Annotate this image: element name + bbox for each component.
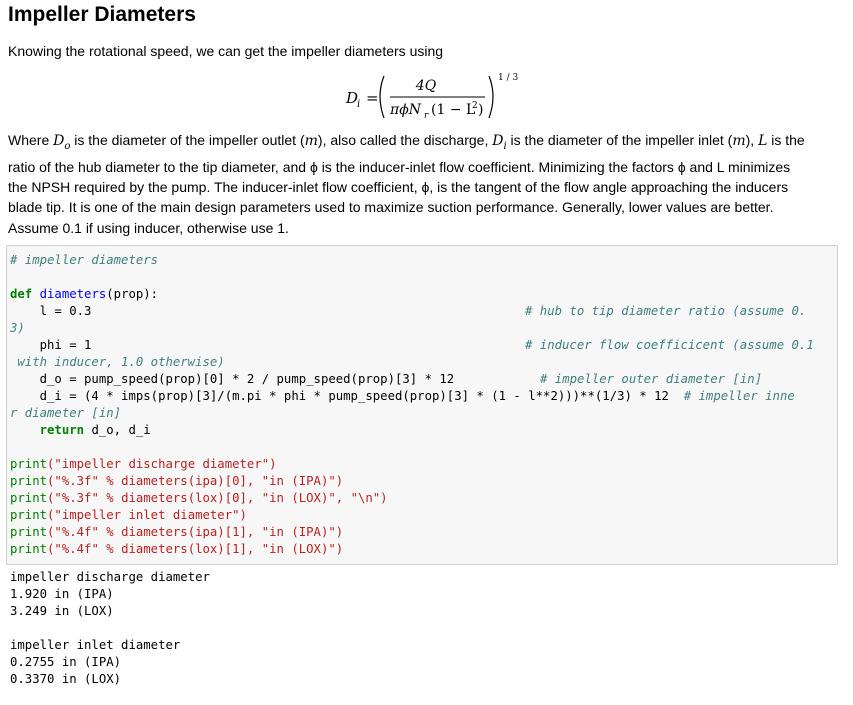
eq-denominator-sub: r [424, 111, 429, 121]
cell-output: impeller discharge diameter 1.920 in (IP… [10, 569, 210, 688]
paragraph-line-2: ratio of the hub diameter to the tip dia… [8, 159, 791, 175]
intro-text: Knowing the rotational speed, we can get… [8, 43, 444, 59]
explanation-paragraph: Where Do is the diameter of the impeller… [8, 130, 836, 238]
code-editor[interactable]: # impeller diameters def diameters(prop)… [10, 252, 814, 558]
code-line: l = 0.3 # hub to tip diameter ratio (assu… [10, 304, 807, 318]
code-line: with inducer, 1.0 otherwise) [10, 355, 225, 369]
eq-denominator: πϕN [389, 102, 422, 118]
paragraph-line-5: Assume 0.1 if using inducer, otherwise u… [8, 219, 289, 236]
eq-denominator-close: ) [478, 102, 483, 118]
output-line: 3.249 in (LOX) [10, 604, 114, 618]
eq-right-paren [488, 75, 494, 119]
code-line: r diameter [in] [10, 406, 122, 420]
code-line: print("%.3f" % diameters(ipa)[0], "in (I… [10, 474, 344, 488]
code-line [10, 439, 795, 456]
code-line: return d_o, d_i [39, 423, 151, 437]
code-line: print("%.4f" % diameters(lox)[1], "in (L… [10, 542, 344, 556]
code-line: d_o = pump_speed(prop)[0] * 2 / pump_spe… [10, 372, 763, 386]
paragraph-line-4: blade tip. It is one of the main design … [8, 199, 774, 216]
impeller-diameter-equation: D i = 4Q πϕN r (1 − L 2 ) 1 / 3 [338, 66, 538, 126]
eq-denominator-sup: 2 [472, 101, 478, 111]
output-line: impeller inlet diameter [10, 638, 181, 652]
code-line [10, 269, 795, 286]
code-line: def diameters(prop): [10, 287, 159, 301]
code-cell[interactable]: # impeller diameters def diameters(prop)… [6, 245, 838, 565]
eq-denominator-tail: (1 − L [431, 102, 475, 118]
code-line: print("%.3f" % diameters(lox)[0], "in (L… [10, 491, 388, 505]
eq-left-paren [379, 75, 385, 119]
eq-equals: = [366, 89, 379, 107]
code-line: 3) [10, 321, 25, 335]
code-line: phi = 1 # inducer flow coefficicent (assu… [10, 338, 814, 352]
eq-numerator: 4Q [415, 78, 437, 94]
output-line: impeller discharge diameter [10, 570, 210, 584]
eq-lhs-sub: i [357, 99, 360, 110]
code-line: d_i = (4 * imps(prop)[3]/(m.pi * phi * p… [10, 389, 795, 403]
output-line: 0.3370 in (LOX) [10, 672, 122, 686]
paragraph-line-3: the NPSH required by the pump. The induc… [8, 179, 789, 196]
output-line [10, 620, 210, 637]
output-line: 1.920 in (IPA) [10, 587, 114, 601]
section-heading: Impeller Diameters [8, 3, 196, 26]
code-line: # impeller diameters [10, 253, 159, 267]
code-line: print("impeller inlet diameter") [10, 508, 247, 522]
paragraph-line-1: Where Do is the diameter of the impeller… [8, 132, 805, 152]
eq-exponent: 1 / 3 [498, 73, 518, 83]
code-line: print("impeller discharge diameter") [10, 457, 277, 471]
code-line: print("%.4f" % diameters(ipa)[1], "in (I… [10, 525, 344, 539]
output-line: 0.2755 in (IPA) [10, 655, 122, 669]
